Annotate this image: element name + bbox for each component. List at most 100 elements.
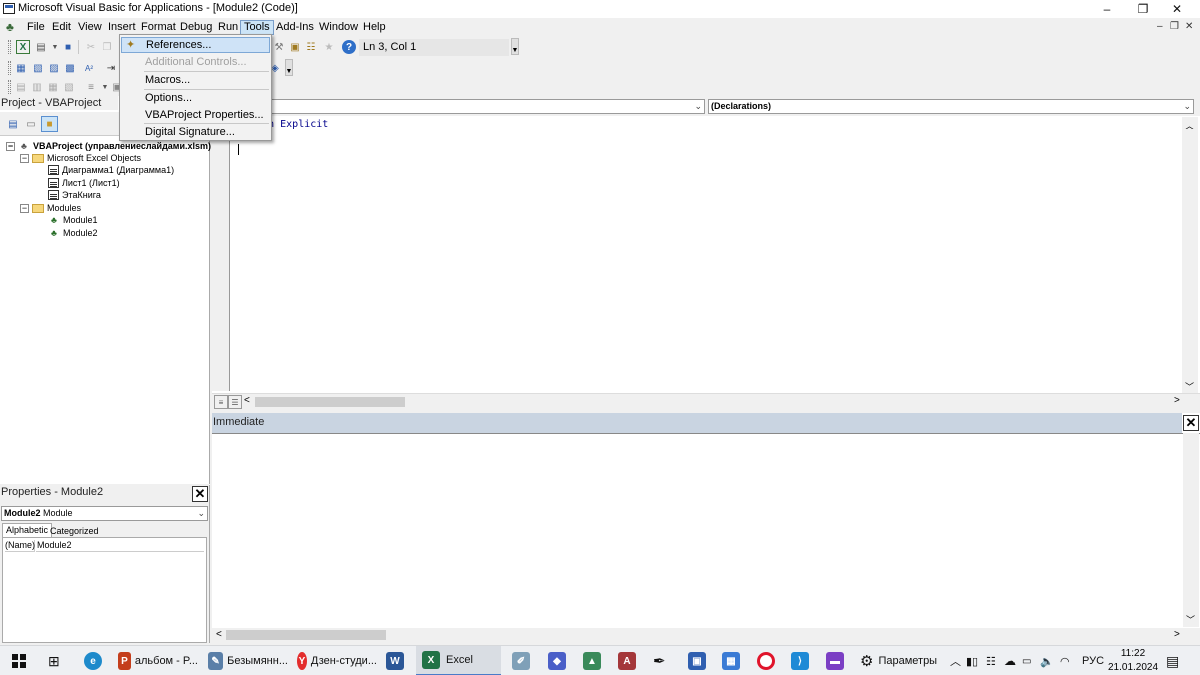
battery-tray[interactable]: ▭: [1022, 646, 1031, 675]
menu-debug[interactable]: Debug: [177, 20, 215, 35]
tree-node-chart1[interactable]: Диаграмма1 (Диаграмма1): [48, 164, 174, 176]
tree-node-module1[interactable]: ♣ Module1: [48, 214, 97, 226]
save-icon[interactable]: ■: [61, 40, 75, 54]
scroll-down-icon[interactable]: ﹀: [1186, 613, 1195, 626]
menu-format[interactable]: Format: [138, 20, 179, 35]
menu-help[interactable]: Help: [360, 20, 389, 35]
menu-tools[interactable]: Tools: [240, 20, 274, 35]
horizontal-scroll-thumb[interactable]: [255, 397, 405, 407]
immediate-vertical-scrollbar[interactable]: ﹀: [1183, 433, 1199, 627]
mdi-close-button[interactable]: ✕: [1185, 21, 1193, 32]
scroll-right-icon[interactable]: >: [1174, 629, 1180, 640]
view-object-icon[interactable]: ▭: [24, 117, 38, 131]
taskbar-settings[interactable]: ⚙ Параметры: [860, 646, 937, 675]
menu-window[interactable]: Window: [316, 20, 361, 35]
toggle-breakpoint-icon[interactable]: ▦: [46, 80, 60, 94]
object-browser-icon[interactable]: ▣: [288, 40, 302, 54]
tray-app-icon[interactable]: ▮▯: [966, 646, 978, 675]
taskbar-paint[interactable]: ✎ Безымянн...: [208, 646, 288, 675]
toolbar-grip[interactable]: [8, 40, 11, 54]
taskbar-pen-tool[interactable]: ✒: [653, 646, 666, 675]
taskbar-app-hex[interactable]: ◆: [548, 646, 566, 675]
tray-network-app[interactable]: ☷: [986, 646, 996, 675]
comment-block-icon[interactable]: ▤: [14, 80, 28, 94]
tab-alphabetic[interactable]: Alphabetic: [2, 523, 53, 537]
toolbar-grip[interactable]: [8, 61, 11, 75]
taskbar-publisher[interactable]: ▲: [583, 646, 601, 675]
edge-taskbar-button[interactable]: e: [84, 646, 102, 675]
start-button[interactable]: [12, 646, 26, 675]
taskbar-excel[interactable]: X Excel: [416, 646, 501, 675]
taskbar-access[interactable]: A: [618, 646, 636, 675]
collapse-icon[interactable]: −: [20, 203, 29, 213]
properties-object-combo[interactable]: Module2 Module ⌄: [1, 506, 208, 521]
taskbar-save-app[interactable]: ▣: [688, 646, 706, 675]
onedrive-tray[interactable]: ☁: [1004, 646, 1016, 675]
code-editor[interactable]: Option Explicit: [234, 118, 1180, 388]
menu-item-options[interactable]: Options...: [121, 90, 270, 106]
menu-item-references[interactable]: ✦ References...: [121, 37, 270, 53]
taskbar-vscode[interactable]: ⟩: [791, 646, 809, 675]
properties-window-icon[interactable]: ☷: [304, 40, 318, 54]
scroll-left-icon[interactable]: <: [216, 629, 222, 640]
uncomment-block-icon[interactable]: ▥: [30, 80, 44, 94]
menu-item-vbaproject-properties[interactable]: VBAProject Properties...: [121, 107, 270, 123]
close-button[interactable]: ✕: [1154, 0, 1200, 18]
code-horizontal-scrollbar[interactable]: ≡ ☰ < >: [212, 393, 1200, 409]
menu-view[interactable]: View: [75, 20, 105, 35]
object-combo[interactable]: ⌄: [270, 99, 705, 114]
taskbar-yandex[interactable]: Y Дзен-студи...: [297, 646, 377, 675]
insert-dropdown-icon[interactable]: ▼: [48, 40, 62, 54]
taskbar-calendar[interactable]: ▦: [722, 646, 740, 675]
procedure-combo[interactable]: (Declarations) ⌄: [708, 99, 1194, 114]
immediate-editor[interactable]: [212, 433, 1200, 627]
help-icon[interactable]: ?: [342, 40, 356, 54]
insert-module-icon[interactable]: ▤: [34, 40, 48, 54]
cut-icon[interactable]: ✂: [84, 40, 98, 54]
tree-node-vbaproject[interactable]: − ♣ VBAProject (управлениеслайдами.xlsm): [6, 140, 211, 152]
taskbar-powerpoint[interactable]: P альбом - P...: [118, 646, 198, 675]
immediate-horizontal-scrollbar[interactable]: < >: [212, 628, 1200, 643]
quick-info-icon[interactable]: ▨: [47, 61, 61, 75]
task-view-icon[interactable]: ⊞: [48, 646, 60, 675]
close-immediate-button[interactable]: ✕: [1183, 415, 1199, 431]
tree-node-excel-objects[interactable]: − Microsoft Excel Objects: [20, 152, 141, 164]
mdi-minimize-button[interactable]: –: [1157, 21, 1163, 32]
toolbar-options-chevron-icon[interactable]: ▼: [511, 38, 519, 55]
list-constants-icon[interactable]: ▧: [31, 61, 45, 75]
tree-node-module2[interactable]: ♣ Module2: [48, 227, 97, 239]
taskbar-word[interactable]: W: [386, 646, 404, 675]
menu-item-macros[interactable]: Macros...: [121, 72, 270, 88]
tree-node-modules[interactable]: − Modules: [20, 202, 81, 214]
show-hidden-icons[interactable]: ︿: [950, 646, 961, 675]
edit-toolbar-chevron-icon[interactable]: ▼: [285, 59, 293, 76]
parameter-info-icon[interactable]: ▩: [63, 61, 77, 75]
toolbox-star-icon[interactable]: ★: [322, 40, 336, 54]
taskbar-opera[interactable]: [757, 646, 775, 675]
volume-tray[interactable]: 🔈: [1040, 646, 1054, 675]
mdi-restore-button[interactable]: ❐: [1170, 21, 1179, 32]
language-indicator[interactable]: РУС: [1082, 646, 1104, 675]
list-properties-icon[interactable]: ▦: [14, 61, 28, 75]
taskbar-clipchamp[interactable]: ▬: [826, 646, 844, 675]
align-icon[interactable]: ≡: [84, 80, 98, 94]
menu-insert[interactable]: Insert: [105, 20, 139, 35]
collapse-icon[interactable]: −: [6, 141, 15, 151]
code-vertical-scrollbar[interactable]: ︿ ﹀: [1182, 117, 1198, 393]
menu-item-digital-signature[interactable]: Digital Signature...: [121, 124, 270, 140]
menu-run[interactable]: Run: [215, 20, 241, 35]
complete-word-icon[interactable]: A²: [82, 61, 96, 75]
tree-node-thisworkbook[interactable]: ЭтаКнига: [48, 189, 101, 201]
tree-node-sheet1[interactable]: Лист1 (Лист1): [48, 177, 120, 189]
excel-view-icon[interactable]: X: [16, 40, 30, 54]
taskbar-notepad[interactable]: ✐: [512, 646, 530, 675]
next-bookmark-icon[interactable]: ▧: [62, 80, 76, 94]
procedure-view-icon[interactable]: ≡: [214, 395, 228, 409]
wifi-tray[interactable]: ◠: [1060, 646, 1070, 675]
vertical-scroll-track[interactable]: [1183, 129, 1197, 381]
collapse-icon[interactable]: −: [20, 153, 29, 163]
menu-edit[interactable]: Edit: [49, 20, 74, 35]
toolbox-icon[interactable]: ⚒: [272, 40, 286, 54]
property-value[interactable]: Module2: [36, 540, 204, 552]
menu-add-ins[interactable]: Add-Ins: [273, 20, 317, 35]
